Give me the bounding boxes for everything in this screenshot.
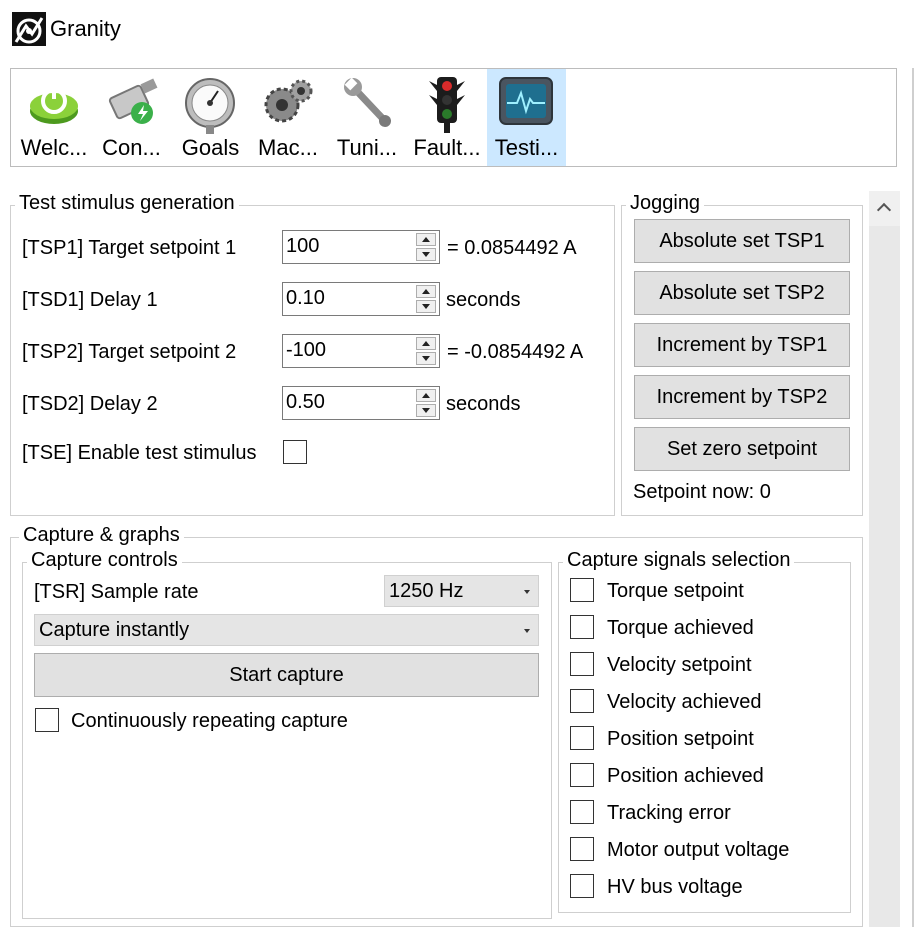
setpoint-now-status: Setpoint now: 0 bbox=[633, 481, 771, 503]
tsp1-stepper[interactable] bbox=[416, 233, 436, 261]
signal-label-hv-bus-voltage: HV bus voltage bbox=[607, 876, 743, 898]
monitor-waveform-icon bbox=[499, 77, 553, 125]
app-logo-icon bbox=[12, 12, 46, 46]
tsd2-label: [TSD2] Delay 2 bbox=[22, 393, 158, 415]
start-capture-button[interactable]: Start capture bbox=[34, 653, 539, 697]
tab-welcome[interactable]: Welc... bbox=[14, 69, 94, 166]
tsd2-stepper[interactable] bbox=[416, 389, 436, 417]
signal-label-velocity-achieved: Velocity achieved bbox=[607, 691, 762, 713]
sample-rate-dropdown[interactable]: 1250 Hz bbox=[384, 575, 539, 607]
trigger-mode-dropdown[interactable]: Capture instantly bbox=[34, 614, 539, 646]
tab-label: Goals bbox=[181, 135, 240, 160]
spin-down-button[interactable] bbox=[416, 248, 436, 261]
signal-label-tracking-error: Tracking error bbox=[607, 802, 731, 824]
tsp2-stepper[interactable] bbox=[416, 337, 436, 365]
absolute-set-tsp1-button[interactable]: Absolute set TSP1 bbox=[634, 219, 850, 263]
signal-checkbox-velocity-setpoint[interactable] bbox=[570, 652, 594, 676]
vertical-scrollbar[interactable] bbox=[869, 191, 900, 927]
tsd1-value[interactable]: 0.10 bbox=[286, 287, 325, 310]
signal-checkbox-tracking-error[interactable] bbox=[570, 800, 594, 824]
capture-signals-title: Capture signals selection bbox=[563, 549, 795, 572]
tab-label: Fault... bbox=[413, 135, 481, 160]
signal-checkbox-motor-output-voltage[interactable] bbox=[570, 837, 594, 861]
spin-down-button[interactable] bbox=[416, 404, 436, 417]
scroll-up-button[interactable] bbox=[869, 191, 900, 226]
spin-up-button[interactable] bbox=[416, 389, 436, 402]
tab-label: Mac... bbox=[258, 135, 318, 160]
power-icon bbox=[30, 83, 78, 124]
tsp2-label: [TSP2] Target setpoint 2 bbox=[22, 341, 237, 363]
window-title: Granity bbox=[50, 16, 121, 41]
tsd2-unit: seconds bbox=[446, 393, 521, 415]
main-toolbar: Welc... Con... Goals Mac... Tuni... Faul… bbox=[10, 68, 897, 167]
signal-checkbox-velocity-achieved[interactable] bbox=[570, 689, 594, 713]
title-bar: Granity bbox=[0, 0, 922, 60]
set-zero-setpoint-button[interactable]: Set zero setpoint bbox=[634, 427, 850, 471]
tsp2-value[interactable]: -100 bbox=[286, 339, 326, 362]
signal-label-torque-achieved: Torque achieved bbox=[607, 617, 754, 639]
test-stimulus-title: Test stimulus generation bbox=[15, 192, 239, 215]
tab-label: Testi... bbox=[494, 135, 559, 160]
signal-label-position-achieved: Position achieved bbox=[607, 765, 764, 787]
tsp1-label: [TSP1] Target setpoint 1 bbox=[22, 237, 237, 259]
jogging-title: Jogging bbox=[626, 192, 705, 215]
signal-checkbox-torque-setpoint[interactable] bbox=[570, 578, 594, 602]
signal-checkbox-position-setpoint[interactable] bbox=[570, 726, 594, 750]
repeat-capture-checkbox[interactable] bbox=[35, 708, 59, 732]
tsp1-value[interactable]: 100 bbox=[286, 235, 319, 258]
tab-connection[interactable]: Con... bbox=[94, 69, 169, 166]
tsd2-spinbox[interactable]: 0.50 bbox=[282, 386, 440, 420]
chevron-up-icon bbox=[876, 202, 892, 218]
tsd1-stepper[interactable] bbox=[416, 285, 436, 313]
spin-down-button[interactable] bbox=[416, 352, 436, 365]
chevron-down-icon bbox=[524, 629, 530, 633]
spin-down-button[interactable] bbox=[416, 300, 436, 313]
signal-label-velocity-setpoint: Velocity setpoint bbox=[607, 654, 752, 676]
absolute-set-tsp2-button[interactable]: Absolute set TSP2 bbox=[634, 271, 850, 315]
increment-tsp2-button[interactable]: Increment by TSP2 bbox=[634, 375, 850, 419]
traffic-light-icon bbox=[429, 77, 465, 133]
capture-controls-title: Capture controls bbox=[27, 549, 182, 572]
tsd1-unit: seconds bbox=[446, 289, 521, 311]
signal-label-position-setpoint: Position setpoint bbox=[607, 728, 754, 750]
tsp2-spinbox[interactable]: -100 bbox=[282, 334, 440, 368]
wrench-icon bbox=[344, 77, 391, 127]
tab-label: Welc... bbox=[20, 135, 88, 160]
tab-testing[interactable]: Testi... bbox=[487, 69, 566, 166]
signal-checkbox-position-achieved[interactable] bbox=[570, 763, 594, 787]
tsp2-current-readout: = -0.0854492 A bbox=[447, 341, 584, 363]
tab-tuning[interactable]: Tuni... bbox=[329, 69, 405, 166]
trigger-mode-value: Capture instantly bbox=[39, 619, 190, 641]
spin-up-button[interactable] bbox=[416, 337, 436, 350]
chevron-down-icon bbox=[524, 590, 530, 594]
tab-label: Tuni... bbox=[336, 135, 398, 160]
sample-rate-label: [TSR] Sample rate bbox=[34, 581, 199, 603]
increment-tsp1-button[interactable]: Increment by TSP1 bbox=[634, 323, 850, 367]
repeat-capture-label: Continuously repeating capture bbox=[71, 710, 348, 732]
tsd1-label: [TSD1] Delay 1 bbox=[22, 289, 158, 311]
signal-checkbox-torque-achieved[interactable] bbox=[570, 615, 594, 639]
tsd2-value[interactable]: 0.50 bbox=[286, 391, 325, 414]
spin-up-button[interactable] bbox=[416, 233, 436, 246]
tab-faults[interactable]: Fault... bbox=[409, 69, 485, 166]
network-plug-icon bbox=[108, 78, 158, 124]
tsp1-spinbox[interactable]: 100 bbox=[282, 230, 440, 264]
spin-up-button[interactable] bbox=[416, 285, 436, 298]
tse-label: [TSE] Enable test stimulus bbox=[22, 442, 257, 464]
tsp1-current-readout: = 0.0854492 A bbox=[447, 237, 577, 259]
tab-machine[interactable]: Mac... bbox=[250, 69, 326, 166]
signal-checkbox-hv-bus-voltage[interactable] bbox=[570, 874, 594, 898]
sample-rate-value: 1250 Hz bbox=[389, 580, 464, 602]
capture-graphs-title: Capture & graphs bbox=[19, 524, 184, 547]
tab-goals[interactable]: Goals bbox=[173, 69, 248, 166]
pressure-gauge-icon bbox=[185, 78, 235, 134]
signal-label-torque-setpoint: Torque setpoint bbox=[607, 580, 744, 602]
tab-label: Con... bbox=[102, 135, 161, 160]
window-divider bbox=[912, 68, 914, 927]
signal-label-motor-output-voltage: Motor output voltage bbox=[607, 839, 790, 861]
tsd1-spinbox[interactable]: 0.10 bbox=[282, 282, 440, 316]
gears-icon bbox=[264, 79, 313, 123]
tse-checkbox[interactable] bbox=[283, 440, 307, 464]
